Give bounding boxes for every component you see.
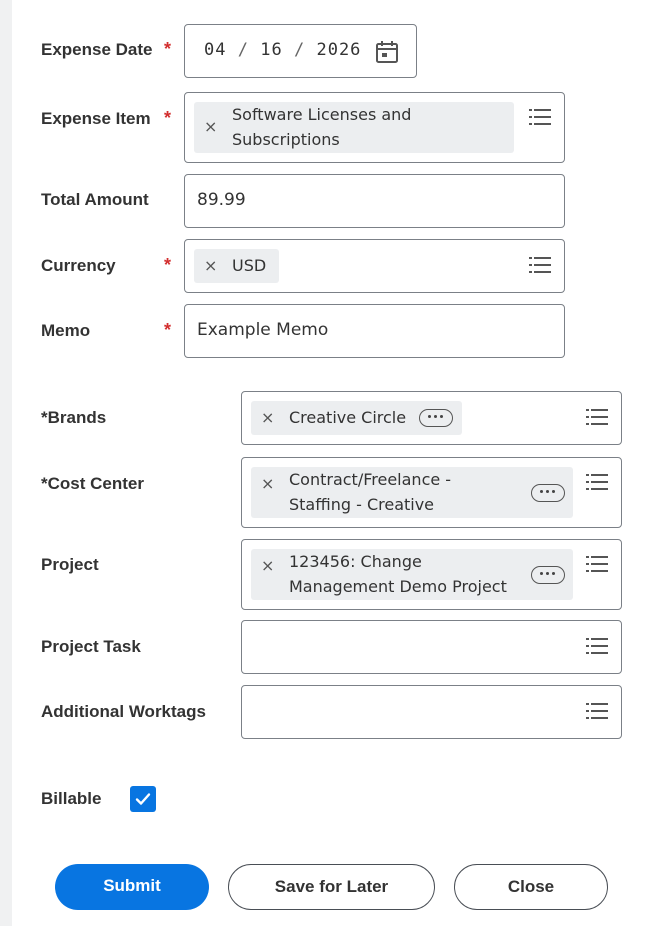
memo-input[interactable]: Example Memo [184,304,565,358]
expense-item-value-line1: Software Licenses and [232,105,412,124]
project-value-line1: 123456: Change [289,552,422,571]
currency-label: Currency [41,256,116,275]
brands-value: Creative Circle [289,408,407,427]
close-button[interactable]: Close [454,864,608,910]
project-value-line2: Management Demo Project [289,577,507,596]
expense-item-label: Expense Item [41,109,151,128]
total-amount-label: Total Amount [41,190,149,209]
required-indicator: * [164,39,172,59]
expense-item-value-line2: Subscriptions [232,130,340,149]
remove-icon[interactable]: × [204,256,217,275]
cost-center-value-line2: Staffing - Creative [289,495,435,514]
currency-value: USD [232,256,267,275]
expense-item-field[interactable]: × Software Licenses and Subscriptions [184,92,565,163]
additional-worktags-label: Additional Worktags [41,702,206,721]
calendar-icon[interactable] [374,39,400,65]
list-prompt-icon[interactable] [529,108,551,126]
currency-pill: × USD [194,249,279,283]
project-field[interactable]: × 123456: Change Management Demo Project [241,539,622,610]
list-prompt-icon[interactable] [586,555,608,573]
expense-form-panel: Expense Date * 04 / 16 / 2026 Expense It… [12,0,657,926]
project-label: Project [41,555,99,574]
cost-center-field[interactable]: × Contract/Freelance - Staffing - Creati… [241,457,622,528]
list-prompt-icon[interactable] [529,256,551,274]
expense-date-field[interactable]: 04 / 16 / 2026 [184,24,417,78]
total-amount-input[interactable]: 89.99 [184,174,565,228]
brands-pill: × Creative Circle [251,401,462,435]
expense-item-pill: × Software Licenses and Subscriptions [194,102,514,153]
memo-label: Memo [41,321,91,340]
related-actions-icon[interactable] [531,484,565,502]
remove-icon[interactable]: × [261,474,274,493]
cost-center-pill: × Contract/Freelance - Staffing - Creati… [251,467,573,518]
project-task-label: Project Task [41,637,141,656]
cost-center-label: *Cost Center [41,474,144,493]
related-actions-icon[interactable] [531,566,565,584]
total-amount-value: 89.99 [197,190,246,210]
project-pill: × 123456: Change Management Demo Project [251,549,573,600]
cost-center-value-line1: Contract/Freelance - [289,470,452,489]
list-prompt-icon[interactable] [586,702,608,720]
additional-worktags-field[interactable] [241,685,622,739]
brands-field[interactable]: × Creative Circle [241,391,622,445]
remove-icon[interactable]: × [261,556,274,575]
checkmark-icon [135,793,151,805]
save-for-later-button[interactable]: Save for Later [228,864,435,910]
expense-date-value: 04 / 16 / 2026 [204,40,362,60]
project-task-field[interactable] [241,620,622,674]
required-indicator: * [164,108,172,128]
billable-label: Billable [41,789,102,808]
related-actions-icon[interactable] [419,409,453,427]
submit-button[interactable]: Submit [55,864,209,910]
expense-date-day[interactable]: 16 [260,40,282,60]
expense-date-year[interactable]: 2026 [316,40,361,60]
list-prompt-icon[interactable] [586,408,608,426]
billable-checkbox[interactable] [130,786,156,812]
list-prompt-icon[interactable] [586,473,608,491]
remove-icon[interactable]: × [204,117,217,136]
remove-icon[interactable]: × [261,408,274,427]
currency-field[interactable]: × USD [184,239,565,293]
expense-date-month[interactable]: 04 [204,40,226,60]
required-indicator: * [164,255,172,275]
memo-value: Example Memo [197,320,329,340]
brands-label: *Brands [41,408,107,427]
expense-date-label: Expense Date [41,40,153,59]
required-indicator: * [164,320,172,340]
list-prompt-icon[interactable] [586,637,608,655]
